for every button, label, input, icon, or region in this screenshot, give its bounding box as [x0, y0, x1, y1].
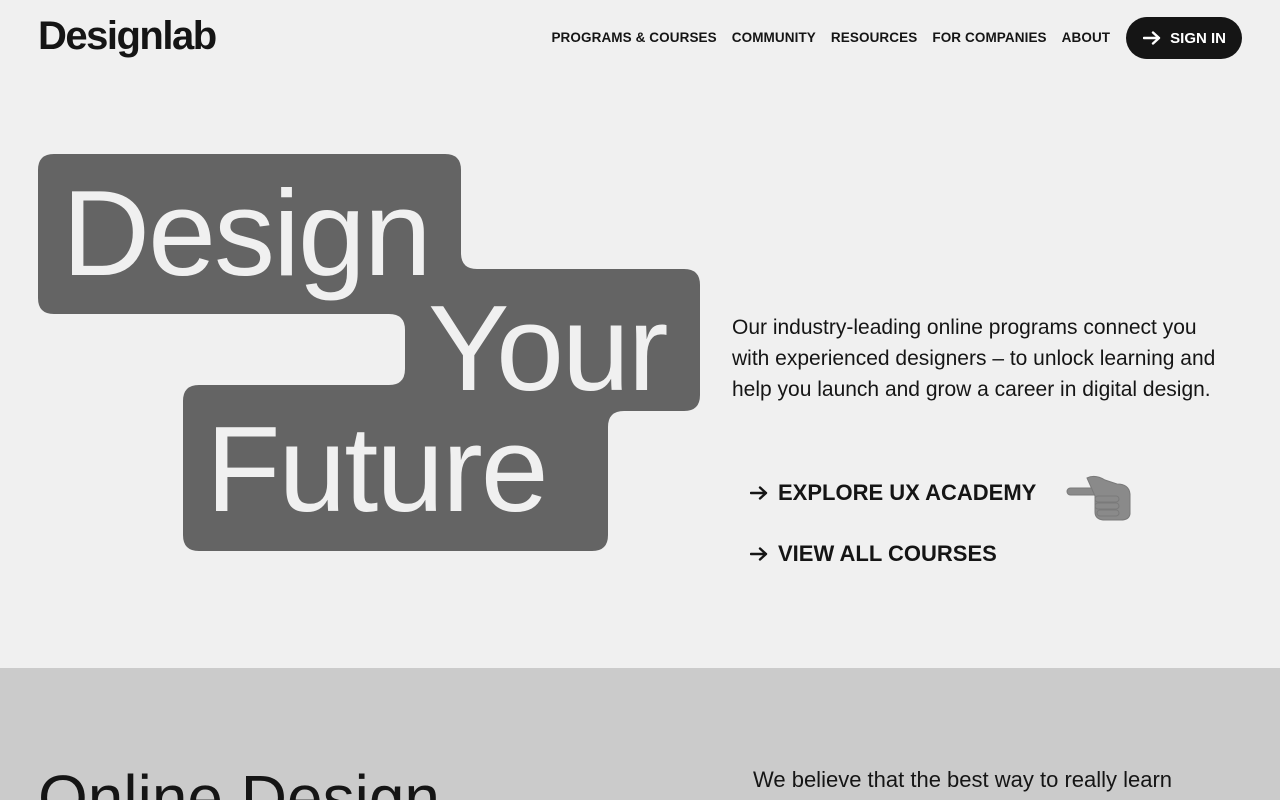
hero-word-your: Your: [428, 280, 669, 416]
view-all-courses-link[interactable]: VIEW ALL COURSES: [750, 541, 997, 567]
sign-in-button[interactable]: SIGN IN: [1126, 17, 1242, 59]
nav-community[interactable]: COMMUNITY: [732, 17, 816, 59]
view-all-courses-label: VIEW ALL COURSES: [778, 541, 997, 566]
hero-word-design: Design: [62, 165, 432, 301]
nav-about[interactable]: ABOUT: [1062, 17, 1111, 59]
arrow-right-icon: [750, 547, 768, 561]
nav-resources[interactable]: RESOURCES: [831, 17, 917, 59]
hero-word-future: Future: [206, 401, 549, 537]
explore-ux-academy-link[interactable]: EXPLORE UX ACADEMY: [750, 480, 1036, 506]
online-design-section: Online Design We believe that the best w…: [0, 668, 1280, 800]
arrow-right-icon: [750, 486, 768, 500]
pointing-hand-icon: [1066, 475, 1131, 521]
section-title: Online Design: [38, 762, 440, 800]
arrow-right-icon: [1143, 31, 1161, 45]
section-intro-text: We believe that the best way to really l…: [753, 767, 1173, 792]
hero-description: Our industry-leading online programs con…: [732, 316, 1216, 401]
page: Designlab PROGRAMS & COURSES COMMUNITY R…: [0, 0, 1280, 800]
nav-for-companies[interactable]: FOR COMPANIES: [932, 17, 1046, 59]
sign-in-label: SIGN IN: [1170, 29, 1226, 47]
explore-ux-academy-label: EXPLORE UX ACADEMY: [778, 480, 1037, 505]
